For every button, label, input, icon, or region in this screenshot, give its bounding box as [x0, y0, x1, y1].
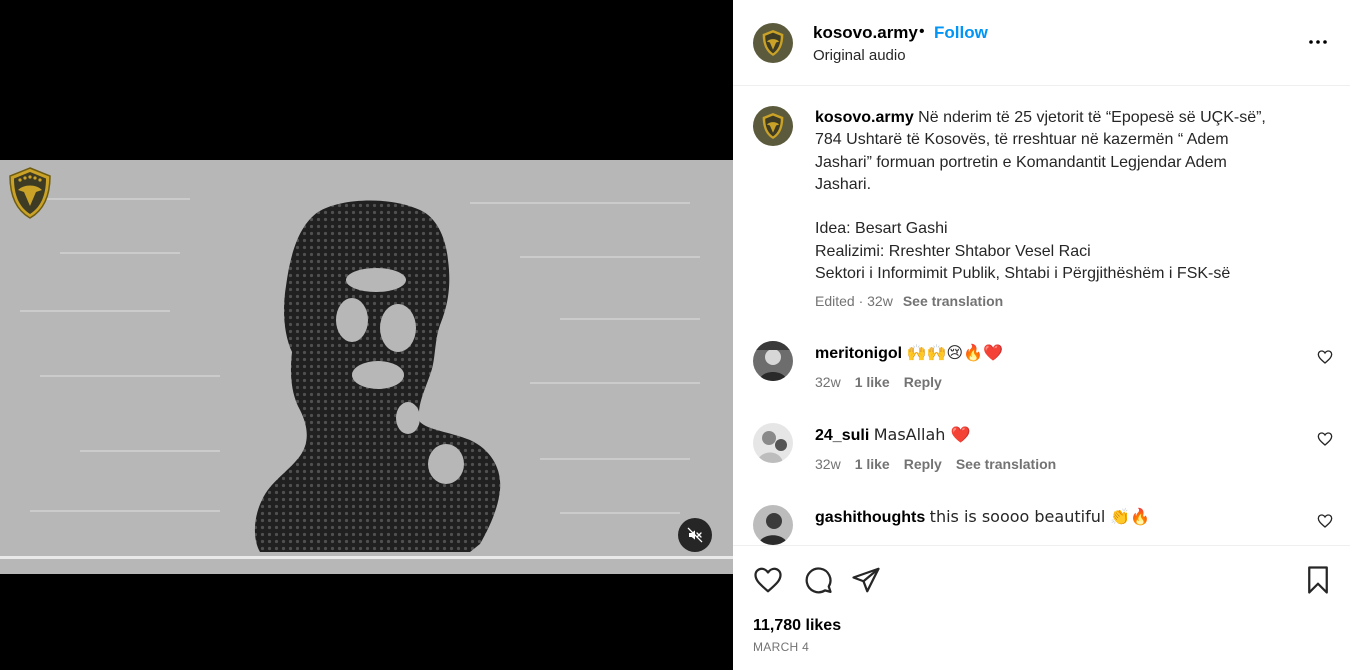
caption-edited-age: Edited · 32w — [815, 293, 893, 309]
more-horizontal-icon — [1309, 40, 1327, 44]
comment-age: 32w — [815, 374, 841, 390]
army-emblem-icon — [762, 30, 784, 56]
comment-text: gashithoughts this is soooo beautiful 👏🔥 — [815, 507, 1150, 527]
caption-line: Realizimi: Rreshter Shtabor Vesel Raci — [815, 242, 1091, 260]
avatar[interactable] — [753, 341, 793, 381]
post-header: kosovo.army • Follow Original audio — [733, 0, 1350, 86]
comment-username[interactable]: meritonigol — [815, 345, 902, 362]
author-username[interactable]: kosovo.army — [813, 23, 918, 43]
comment-age: 32w — [815, 456, 841, 472]
heart-icon[interactable] — [1317, 513, 1333, 529]
avatar[interactable] — [753, 23, 793, 63]
follow-button[interactable]: Follow — [934, 23, 988, 43]
army-emblem-icon — [9, 167, 51, 219]
comment-item: gashithoughts this is soooo beautiful 👏🔥 — [733, 505, 1350, 545]
caption-line: Idea: Besart Gashi — [815, 220, 948, 238]
share-button[interactable] — [850, 564, 882, 596]
comment-meta: 32w 1 like Reply — [815, 374, 956, 390]
caption-line: Jashari. — [815, 175, 872, 193]
likes-count[interactable]: 11,780 likes — [753, 617, 841, 635]
audio-link[interactable]: Original audio — [813, 47, 906, 64]
see-translation-button[interactable]: See translation — [956, 456, 1056, 472]
bookmark-icon — [1308, 566, 1328, 594]
comment-button[interactable] — [802, 564, 834, 596]
caption-line: Në nderim të 25 vjetorit të “Epopesë së … — [918, 109, 1266, 126]
caption-line: 784 Ushtarë të Kosovës, të rreshtuar në … — [815, 131, 1229, 149]
caption-text: kosovo.army Në nderim të 25 vjetorit të … — [815, 107, 1305, 285]
comment-text: meritonigol 🙌🙌😢🔥❤️ — [815, 343, 1003, 363]
user-photo-icon — [753, 423, 793, 463]
caption-line: Jashari” formuan portretin e Komandantit… — [815, 153, 1227, 171]
paper-plane-icon — [852, 567, 880, 593]
comment-body: this is soooo beautiful 👏🔥 — [929, 507, 1151, 526]
caption-line: Sektori i Informimit Publik, Shtabi i Pë… — [815, 265, 1231, 283]
avatar[interactable] — [753, 423, 793, 463]
comments-list[interactable]: kosovo.army Në nderim të 25 vjetorit të … — [733, 87, 1350, 545]
heart-icon[interactable] — [1317, 349, 1333, 365]
comment-item: 24_suli MasAllah ❤️ 32w 1 like Reply See tr… — [733, 423, 1350, 505]
comment-username[interactable]: gashithoughts — [815, 509, 925, 526]
comment-text: 24_suli MasAllah ❤️ — [815, 425, 970, 445]
post-actions: 11,780 likes MARCH 4 — [733, 545, 1350, 670]
reply-button[interactable]: Reply — [904, 374, 942, 390]
instagram-post-modal: kosovo.army • Follow Original audio koso… — [0, 0, 1350, 670]
user-photo-icon — [753, 341, 793, 381]
like-button[interactable] — [752, 564, 784, 596]
army-emblem-icon — [762, 113, 784, 139]
comment-body: 🙌🙌😢🔥❤️ — [906, 343, 1003, 362]
comment-username[interactable]: 24_suli — [815, 427, 869, 444]
more-options-button[interactable] — [1306, 30, 1330, 54]
speaker-muted-icon — [687, 527, 703, 543]
comment-meta: 32w 1 like Reply See translation — [815, 456, 1070, 472]
caption-meta: Edited · 32w See translation — [815, 293, 1003, 309]
avatar[interactable] — [753, 106, 793, 146]
heart-icon[interactable] — [1317, 431, 1333, 447]
video-frame — [0, 160, 733, 574]
user-photo-icon — [753, 505, 793, 545]
post-panel: kosovo.army • Follow Original audio koso… — [733, 0, 1350, 670]
save-button[interactable] — [1302, 564, 1334, 596]
reply-button[interactable]: Reply — [904, 456, 942, 472]
post-date[interactable]: MARCH 4 — [753, 640, 809, 654]
separator-dot: • — [919, 23, 925, 40]
caption-username[interactable]: kosovo.army — [815, 109, 914, 126]
avatar[interactable] — [753, 505, 793, 545]
comment-item: meritonigol 🙌🙌😢🔥❤️ 32w 1 like Reply — [733, 341, 1350, 423]
media-pane — [0, 0, 733, 670]
caption-line — [815, 196, 1305, 218]
mute-toggle-button[interactable] — [678, 518, 712, 552]
heart-icon — [754, 567, 782, 593]
see-translation-button[interactable]: See translation — [903, 293, 1003, 309]
comment-bubble-icon — [805, 567, 832, 594]
comment-likes-link[interactable]: 1 like — [855, 374, 890, 390]
comment-body: MasAllah ❤️ — [873, 425, 971, 444]
comment-likes-link[interactable]: 1 like — [855, 456, 890, 472]
video-player[interactable] — [0, 160, 733, 574]
